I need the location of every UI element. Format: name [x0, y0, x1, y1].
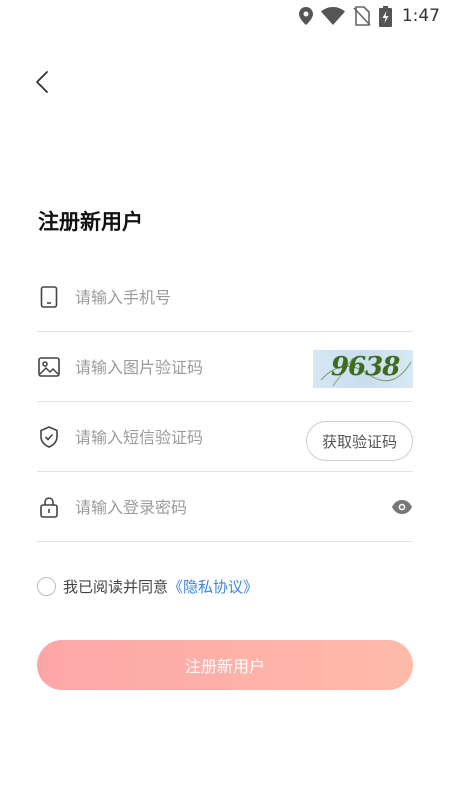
eye-icon[interactable]: [391, 498, 413, 516]
chevron-left-icon: [36, 71, 48, 93]
get-sms-code-button[interactable]: 获取验证码: [306, 421, 413, 461]
wifi-icon: [320, 7, 345, 25]
status-icons: 1:47: [298, 4, 440, 28]
phone-field: [37, 262, 413, 332]
battery-charging-icon: [378, 5, 392, 27]
status-bar: 1:47: [0, 0, 450, 32]
privacy-policy-link[interactable]: 《隐私协议》: [168, 576, 258, 597]
location-icon: [298, 7, 313, 25]
captcha-image[interactable]: 9638: [313, 350, 413, 388]
image-icon: [38, 357, 60, 377]
agreement-text: 我已阅读并同意: [63, 578, 169, 596]
sms-code-field: 获取验证码: [37, 402, 413, 472]
image-captcha-input[interactable]: [75, 356, 295, 378]
agreement-row: 我已阅读并同意 《隐私协议》: [37, 576, 258, 597]
phone-input[interactable]: [75, 286, 295, 308]
phone-icon: [40, 286, 58, 308]
status-time: 1:47: [401, 6, 440, 26]
register-button[interactable]: 注册新用户: [37, 640, 413, 690]
page-title: 注册新用户: [38, 210, 143, 234]
password-input[interactable]: [75, 496, 295, 518]
captcha-text: 9638: [331, 352, 400, 382]
sms-code-input[interactable]: [75, 426, 295, 448]
lock-icon: [40, 497, 58, 518]
back-button[interactable]: [28, 64, 56, 100]
image-captcha-field: 9638: [37, 332, 413, 402]
agreement-checkbox[interactable]: [37, 577, 56, 596]
no-sim-icon: [353, 6, 371, 26]
shield-check-icon: [40, 426, 58, 448]
password-field: [37, 472, 413, 542]
